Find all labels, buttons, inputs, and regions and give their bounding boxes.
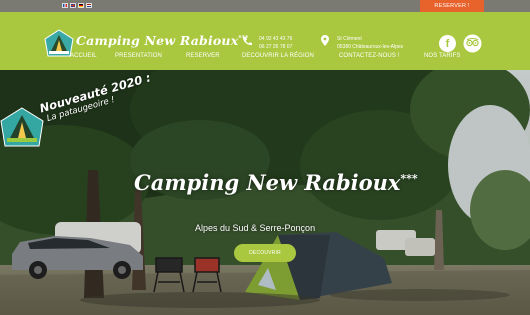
address-line-1: St Clément bbox=[337, 36, 362, 42]
address: St Clément 05380 Châteauroux-les-Alpes bbox=[337, 35, 403, 51]
address-line-2: 05380 Châteauroux-les-Alpes bbox=[337, 44, 404, 50]
flag-de-icon[interactable] bbox=[78, 3, 84, 8]
phone-numbers: 04 92 43 43 76 06 27 26 78 07 bbox=[259, 35, 292, 51]
site-header: Camping New Rabioux*** 04 92 43 43 76 06… bbox=[0, 12, 530, 70]
phone-2[interactable]: 06 27 26 78 07 bbox=[259, 43, 292, 51]
main-nav: ACCUEIL PRESENTATION RESERVER DECOUVRIR … bbox=[0, 53, 530, 67]
nav-item-reserver[interactable]: RESERVER bbox=[186, 53, 220, 59]
discover-button[interactable]: DECOUVRIR bbox=[234, 244, 296, 262]
nav-item-presentation[interactable]: PRESENTATION bbox=[115, 53, 162, 59]
facebook-icon[interactable]: f bbox=[439, 35, 456, 52]
top-utility-bar: RESERVER ! bbox=[0, 0, 530, 12]
flag-fr-icon[interactable] bbox=[62, 3, 68, 8]
hero-subtitle: Alpes du Sud & Serre-Ponçon bbox=[195, 223, 316, 233]
flag-nl-icon[interactable] bbox=[86, 3, 92, 8]
nav-item-contact[interactable]: CONTACTEZ-NOUS ! bbox=[339, 53, 400, 59]
hero-title: Camping New Rabioux*** bbox=[134, 170, 418, 195]
hero-banner: Nouveauté 2020 : La pataugeoire ! Campin… bbox=[0, 70, 530, 315]
brand-name[interactable]: Camping New Rabioux*** bbox=[76, 33, 248, 48]
hero-camping-logo-icon bbox=[0, 107, 44, 147]
phone-icon bbox=[242, 37, 252, 46]
nav-item-decouvrir-region[interactable]: DECOUVRIR LA RÉGION bbox=[242, 53, 314, 59]
nav-item-tarifs[interactable]: NOS TARIFS bbox=[424, 53, 460, 59]
reserve-top-button[interactable]: RESERVER ! bbox=[420, 0, 484, 12]
location-pin-icon bbox=[321, 35, 329, 46]
language-switcher bbox=[62, 3, 92, 8]
phone-1[interactable]: 04 92 43 43 76 bbox=[259, 35, 292, 43]
flag-en-icon[interactable] bbox=[70, 3, 76, 8]
tripadvisor-icon[interactable] bbox=[463, 34, 482, 53]
nav-item-accueil[interactable]: ACCUEIL bbox=[70, 53, 97, 59]
